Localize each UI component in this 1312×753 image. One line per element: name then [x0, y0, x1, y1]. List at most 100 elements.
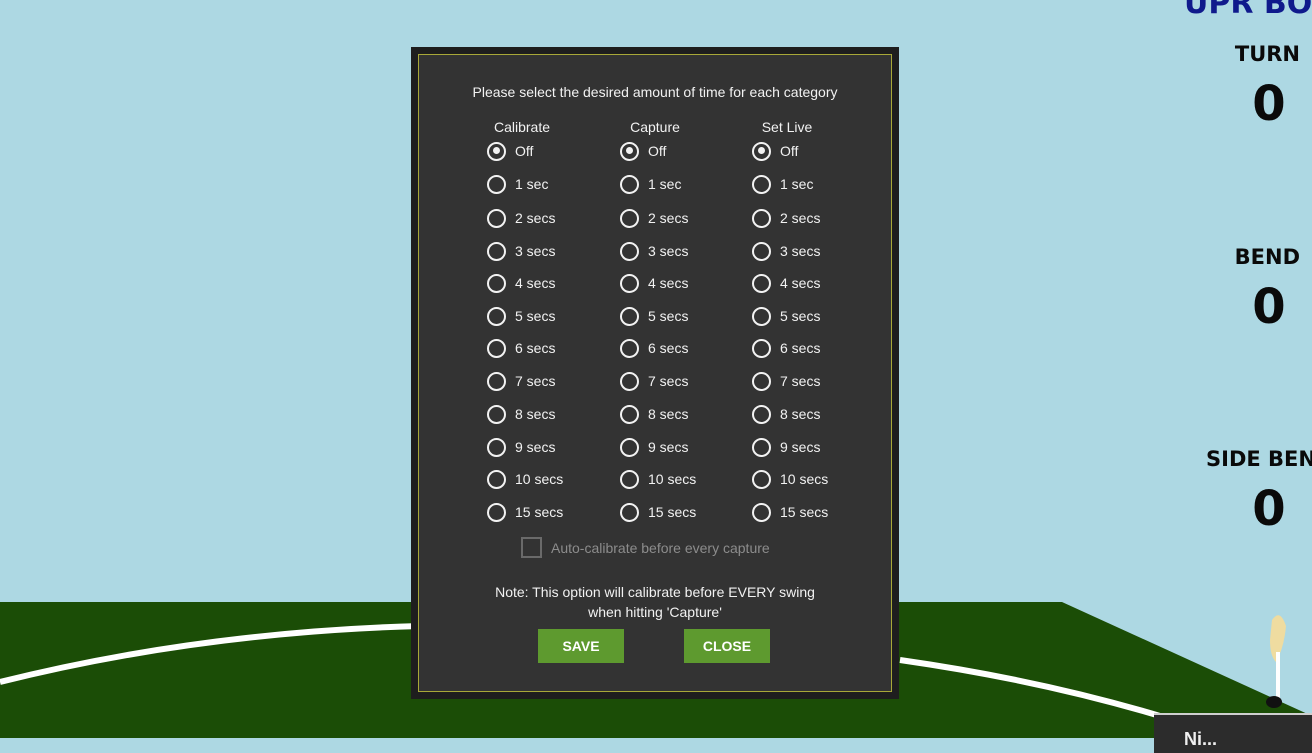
- calibrate-option[interactable]: 9 secs: [487, 434, 555, 460]
- radio-button[interactable]: [620, 502, 639, 522]
- set-live-option[interactable]: Off: [752, 138, 798, 164]
- auto-calibrate-checkbox[interactable]: Auto-calibrate before every capture: [521, 537, 770, 558]
- option-label: 9 secs: [515, 439, 556, 455]
- option-label: 10 secs: [515, 471, 564, 487]
- radio-button[interactable]: [752, 241, 771, 261]
- radio-button[interactable]: [487, 306, 506, 326]
- radio-button[interactable]: [620, 371, 639, 391]
- calibrate-option[interactable]: 6 secs: [487, 335, 555, 361]
- radio-button[interactable]: [620, 208, 639, 228]
- capture-option[interactable]: Off: [620, 138, 666, 164]
- radio-button[interactable]: [620, 404, 639, 424]
- radio-button[interactable]: [752, 306, 771, 326]
- option-label: Off: [515, 143, 534, 159]
- radio-button[interactable]: [752, 338, 771, 358]
- radio-button[interactable]: [752, 273, 771, 293]
- calibrate-option[interactable]: 1 sec: [487, 171, 548, 197]
- calibrate-option[interactable]: 8 secs: [487, 401, 555, 427]
- capture-option[interactable]: 8 secs: [620, 401, 688, 427]
- option-label: 6 secs: [780, 340, 821, 356]
- radio-button[interactable]: [752, 208, 771, 228]
- capture-option[interactable]: 7 secs: [620, 368, 688, 394]
- radio-button[interactable]: [487, 437, 506, 457]
- capture-option[interactable]: 6 secs: [620, 335, 688, 361]
- capture-option[interactable]: 15 secs: [620, 499, 696, 525]
- bend-value: 0: [1252, 279, 1286, 335]
- capture-option[interactable]: 3 secs: [620, 238, 688, 264]
- calibrate-option[interactable]: 7 secs: [487, 368, 555, 394]
- capture-option[interactable]: 5 secs: [620, 303, 688, 329]
- option-label: 8 secs: [780, 406, 821, 422]
- calibrate-option[interactable]: 3 secs: [487, 238, 555, 264]
- radio-button[interactable]: [620, 306, 639, 326]
- option-label: 15 secs: [780, 504, 829, 520]
- calibrate-option[interactable]: 4 secs: [487, 270, 555, 296]
- radio-button[interactable]: [620, 241, 639, 261]
- option-label: 4 secs: [780, 275, 821, 291]
- option-label: 7 secs: [515, 373, 556, 389]
- option-label: 15 secs: [515, 504, 564, 520]
- radio-button[interactable]: [487, 338, 506, 358]
- option-label: 5 secs: [648, 308, 689, 324]
- radio-button[interactable]: [487, 404, 506, 424]
- set-live-option[interactable]: 5 secs: [752, 303, 820, 329]
- radio-button[interactable]: [487, 208, 506, 228]
- capture-option[interactable]: 1 sec: [620, 171, 681, 197]
- calibrate-option[interactable]: 10 secs: [487, 466, 563, 492]
- calibrate-header: Calibrate: [493, 119, 551, 135]
- calibrate-option[interactable]: 5 secs: [487, 303, 555, 329]
- option-label: 1 sec: [648, 176, 682, 192]
- capture-option[interactable]: 9 secs: [620, 434, 688, 460]
- capture-option[interactable]: 4 secs: [620, 270, 688, 296]
- radio-button[interactable]: [620, 338, 639, 358]
- option-label: 6 secs: [648, 340, 689, 356]
- option-label: 7 secs: [648, 373, 689, 389]
- radio-button[interactable]: [487, 141, 506, 161]
- set-live-option[interactable]: 2 secs: [752, 205, 820, 231]
- set-live-option[interactable]: 9 secs: [752, 434, 820, 460]
- save-button[interactable]: SAVE: [538, 629, 624, 663]
- timer-settings-dialog: Please select the desired amount of time…: [411, 47, 899, 699]
- radio-button[interactable]: [620, 141, 639, 161]
- option-label: Off: [648, 143, 667, 159]
- calibrate-option[interactable]: 15 secs: [487, 499, 563, 525]
- set-live-option[interactable]: 3 secs: [752, 238, 820, 264]
- radio-button[interactable]: [487, 371, 506, 391]
- note-line-2: when hitting 'Capture': [588, 604, 722, 620]
- radio-button[interactable]: [620, 437, 639, 457]
- capture-option[interactable]: 10 secs: [620, 466, 696, 492]
- radio-button[interactable]: [752, 174, 771, 194]
- set-live-option[interactable]: 1 sec: [752, 171, 813, 197]
- radio-button[interactable]: [620, 469, 639, 489]
- radio-button[interactable]: [487, 469, 506, 489]
- radio-button[interactable]: [620, 273, 639, 293]
- radio-button[interactable]: [752, 371, 771, 391]
- brand-title: UPR BO: [1184, 0, 1312, 21]
- radio-button[interactable]: [752, 404, 771, 424]
- set-live-option[interactable]: 6 secs: [752, 335, 820, 361]
- checkbox-box[interactable]: [521, 537, 542, 558]
- option-label: 2 secs: [648, 210, 689, 226]
- close-button[interactable]: CLOSE: [684, 629, 770, 663]
- radio-button[interactable]: [752, 141, 771, 161]
- radio-button[interactable]: [487, 241, 506, 261]
- calibrate-option[interactable]: Off: [487, 138, 533, 164]
- radio-button[interactable]: [487, 273, 506, 293]
- note-line-1: Note: This option will calibrate before …: [495, 584, 815, 600]
- turn-label: TURN: [1234, 42, 1300, 66]
- set-live-option[interactable]: 8 secs: [752, 401, 820, 427]
- radio-button[interactable]: [752, 502, 771, 522]
- set-live-option[interactable]: 7 secs: [752, 368, 820, 394]
- radio-button[interactable]: [752, 469, 771, 489]
- radio-button[interactable]: [752, 437, 771, 457]
- set-live-option[interactable]: 10 secs: [752, 466, 828, 492]
- corner-panel[interactable]: Ni...: [1154, 713, 1312, 753]
- set-live-option[interactable]: 15 secs: [752, 499, 828, 525]
- note-text: Note: This option will calibrate before …: [419, 582, 891, 622]
- radio-button[interactable]: [620, 174, 639, 194]
- calibrate-option[interactable]: 2 secs: [487, 205, 555, 231]
- capture-option[interactable]: 2 secs: [620, 205, 688, 231]
- set-live-option[interactable]: 4 secs: [752, 270, 820, 296]
- radio-button[interactable]: [487, 174, 506, 194]
- radio-button[interactable]: [487, 502, 506, 522]
